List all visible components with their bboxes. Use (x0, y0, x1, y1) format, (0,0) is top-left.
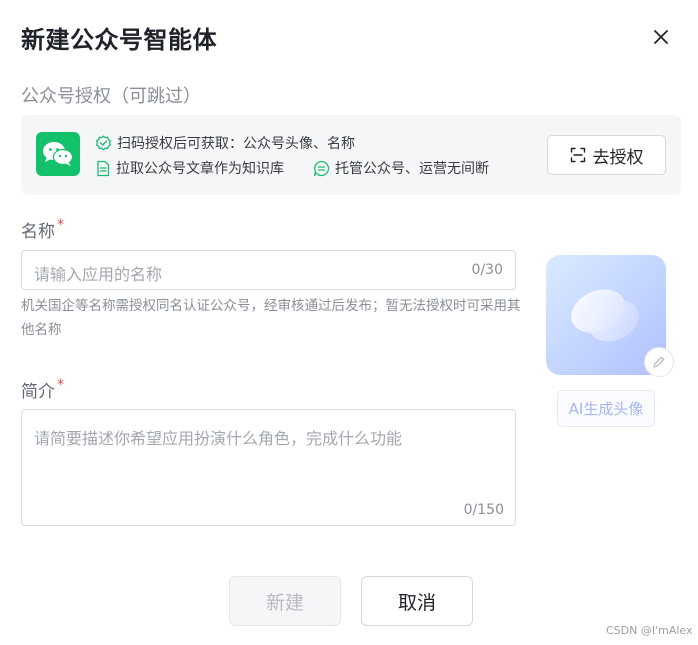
dialog-title: 新建公众号智能体 (21, 26, 217, 54)
authorize-button-label: 去授权 (592, 147, 644, 168)
intro-char-counter: 0/150 (463, 502, 504, 518)
name-label-text: 名称 (21, 222, 55, 242)
required-mark: * (57, 377, 64, 393)
required-mark: * (57, 217, 64, 233)
feature-text: 托管公众号、运营无间断 (335, 161, 489, 177)
watermark: CSDN @I'mAlex (606, 624, 693, 637)
wechat-logo-icon (36, 132, 80, 176)
intro-textarea-placeholder: 请简要描述你希望应用扮演什么角色，完成什么功能 (34, 429, 403, 448)
check-shield-icon (95, 135, 112, 152)
authorization-card: 扫码授权后可获取：公众号头像、名称 拉取公众号文章作为知识库 托管公众号、运营无… (21, 115, 681, 195)
pencil-icon[interactable] (652, 355, 666, 369)
intro-textarea[interactable]: 请简要描述你希望应用扮演什么角色，完成什么功能 0/150 (21, 409, 516, 526)
name-input-placeholder: 请输入应用的名称 (34, 265, 163, 284)
feature-item-avatar-name: 扫码授权后可获取：公众号头像、名称 (95, 133, 355, 153)
name-input[interactable]: 请输入应用的名称 0/30 (21, 250, 516, 290)
feature-text: 扫码授权后可获取：公众号头像、名称 (117, 136, 355, 152)
feature-text: 拉取公众号文章作为知识库 (116, 161, 284, 177)
chat-bubble-icon (313, 160, 330, 177)
close-icon[interactable] (653, 29, 669, 45)
name-char-counter: 0/30 (471, 262, 503, 278)
ai-generate-avatar-button[interactable]: AI生成头像 (557, 390, 655, 427)
close-button[interactable] (648, 24, 674, 50)
avatar-preview (546, 255, 674, 377)
authorize-button[interactable]: 去授权 (547, 135, 666, 175)
cancel-button[interactable]: 取消 (361, 576, 473, 626)
name-field-hint: 机关国企等名称需授权同名认证公众号，经审核通过后发布；暂无法授权时可采用其他名称 (21, 298, 521, 338)
feature-item-hosting: 托管公众号、运营无间断 (313, 158, 489, 178)
intro-label-text: 简介 (21, 382, 55, 402)
create-button[interactable]: 新建 (229, 576, 341, 626)
avatar-art (571, 289, 639, 342)
scan-icon (570, 147, 586, 163)
edit-avatar-button[interactable] (644, 347, 674, 377)
document-icon (95, 160, 111, 177)
intro-field-label: 简介 * (21, 377, 64, 402)
authorization-section-label: 公众号授权（可跳过） (21, 86, 201, 107)
name-field-label: 名称 * (21, 217, 64, 242)
feature-item-knowledge-base: 拉取公众号文章作为知识库 (95, 158, 284, 178)
